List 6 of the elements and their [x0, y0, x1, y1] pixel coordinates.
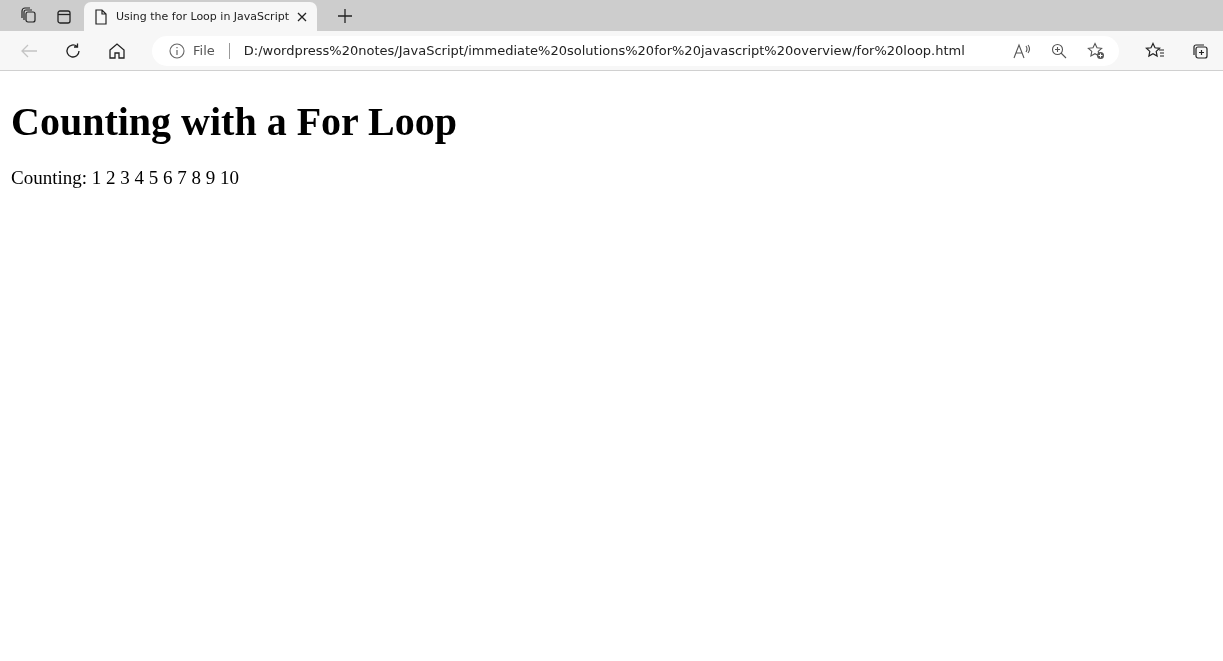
page-heading: Counting with a For Loop [11, 98, 458, 146]
scheme-label: File [193, 43, 215, 58]
address-bar[interactable]: File D:/wordpress%20notes/JavaScript/immediate%20solutions%20for%20javascript%20overview/for%20loop.html [152, 35, 1119, 66]
browser-tab[interactable]: Using the for Loop in JavaScript [84, 2, 317, 31]
counting-text: Counting: 1 2 3 4 5 6 7 8 9 10 [11, 167, 240, 189]
url-text: D:/wordpress%20notes/JavaScript/immediate%20solutions%20for%20javascript%20overview/for%20loop.html [243, 43, 965, 58]
